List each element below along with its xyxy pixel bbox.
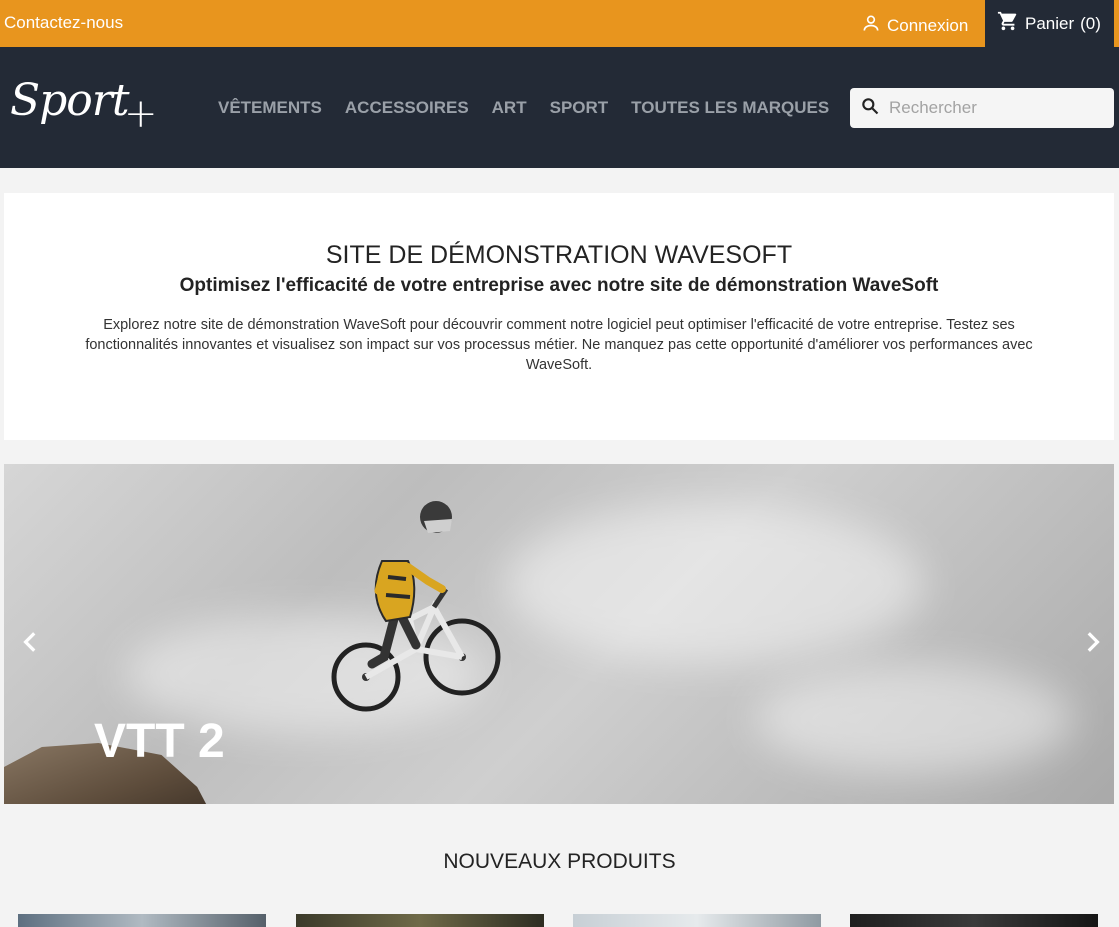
cart-label: Panier <box>1025 13 1075 33</box>
logo[interactable]: Sport <box>10 75 130 126</box>
logo-plus: + <box>124 91 158 137</box>
slider-prev-button[interactable] <box>16 629 46 659</box>
contact-link[interactable]: Contactez-nous <box>4 13 123 33</box>
cloud-shape <box>754 664 1074 774</box>
main-nav: VÊTEMENTS ACCESSOIRES ART SPORT TOUTES L… <box>218 98 852 118</box>
intro-section: SITE DE DÉMONSTRATION WAVESOFT Optimisez… <box>4 193 1114 440</box>
search-input[interactable] <box>889 98 1089 118</box>
intro-body: Explorez notre site de démonstration Wav… <box>85 317 1033 373</box>
product-thumbnail[interactable] <box>296 914 544 927</box>
product-thumbnail[interactable] <box>850 914 1098 927</box>
mountain-biker-image <box>331 501 501 712</box>
cart-icon <box>997 10 1019 37</box>
cloud-shape <box>504 504 924 664</box>
chevron-right-icon <box>1079 629 1105 660</box>
chevron-left-icon <box>18 629 44 660</box>
cart-button[interactable]: Panier (0) <box>985 0 1114 47</box>
product-thumbnail[interactable] <box>573 914 821 927</box>
search-box <box>850 88 1114 128</box>
slide-title: VTT 2 <box>94 715 225 768</box>
search-icon[interactable] <box>860 96 880 121</box>
nav-item-vetements[interactable]: VÊTEMENTS <box>218 98 322 118</box>
login-label: Connexion <box>887 15 969 35</box>
intro-title: SITE DE DÉMONSTRATION WAVESOFT <box>325 241 793 269</box>
product-thumbnail[interactable] <box>18 914 266 927</box>
nav-item-art[interactable]: ART <box>492 98 527 118</box>
nav-item-accessoires[interactable]: ACCESSOIRES <box>345 98 469 118</box>
new-products-title: NOUVEAUX PRODUITS <box>443 850 676 873</box>
hero-slider[interactable]: VTT 2 <box>4 464 1114 804</box>
intro-subtitle: Optimisez l'efficacité de votre entrepri… <box>179 275 939 296</box>
logo-text: Sport <box>10 75 130 126</box>
nav-item-toutes-les-marques[interactable]: TOUTES LES MARQUES <box>631 98 829 118</box>
site-header: Sport + VÊTEMENTS ACCESSOIRES ART SPORT … <box>0 47 1119 168</box>
user-icon <box>861 13 881 38</box>
slider-next-button[interactable] <box>1077 629 1107 659</box>
top-bar: Contactez-nous Connexion Panier (0) <box>0 0 1119 47</box>
cart-count: (0) <box>1080 13 1101 33</box>
nav-item-sport[interactable]: SPORT <box>550 98 609 118</box>
login-link[interactable]: Connexion <box>861 13 968 38</box>
